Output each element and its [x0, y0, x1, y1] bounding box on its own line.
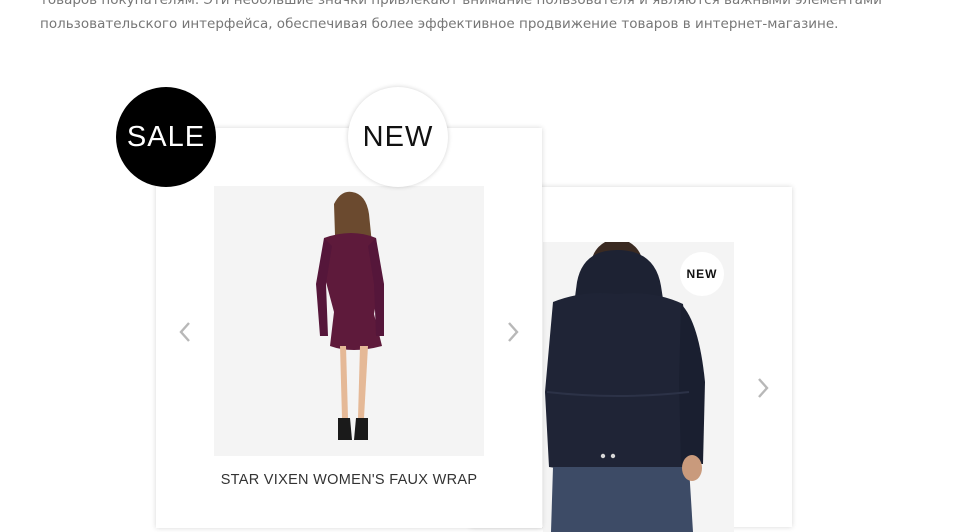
next-arrow-button[interactable]	[496, 312, 530, 352]
prev-arrow-button[interactable]	[168, 312, 202, 352]
new-badge-large: NEW	[348, 87, 448, 187]
product-image-dress[interactable]	[214, 186, 484, 456]
chevron-right-icon	[758, 378, 769, 398]
new-badge-large-label: NEW	[362, 120, 434, 153]
chevron-left-icon	[179, 322, 190, 342]
intro-line-1: товаров покупателям. Эти небольшие значк…	[40, 0, 882, 8]
sale-badge-label: SALE	[126, 120, 206, 153]
next-arrow-button[interactable]	[746, 368, 780, 408]
product-card-dress[interactable]: STAR VIXEN WOMEN'S FAUX WRAP	[156, 128, 542, 528]
new-badge-small: NEW	[680, 252, 724, 296]
intro-text: товаров покупателям. Эти небольшие значк…	[40, 0, 940, 36]
chevron-right-icon	[508, 322, 519, 342]
sale-badge: SALE	[116, 87, 216, 187]
dress-illustration	[316, 191, 384, 440]
product-title[interactable]: STAR VIXEN WOMEN'S FAUX WRAP	[156, 472, 542, 488]
new-badge-small-label: NEW	[686, 267, 718, 281]
intro-line-2: пользовательского интерфейса, обеспечива…	[40, 16, 839, 32]
